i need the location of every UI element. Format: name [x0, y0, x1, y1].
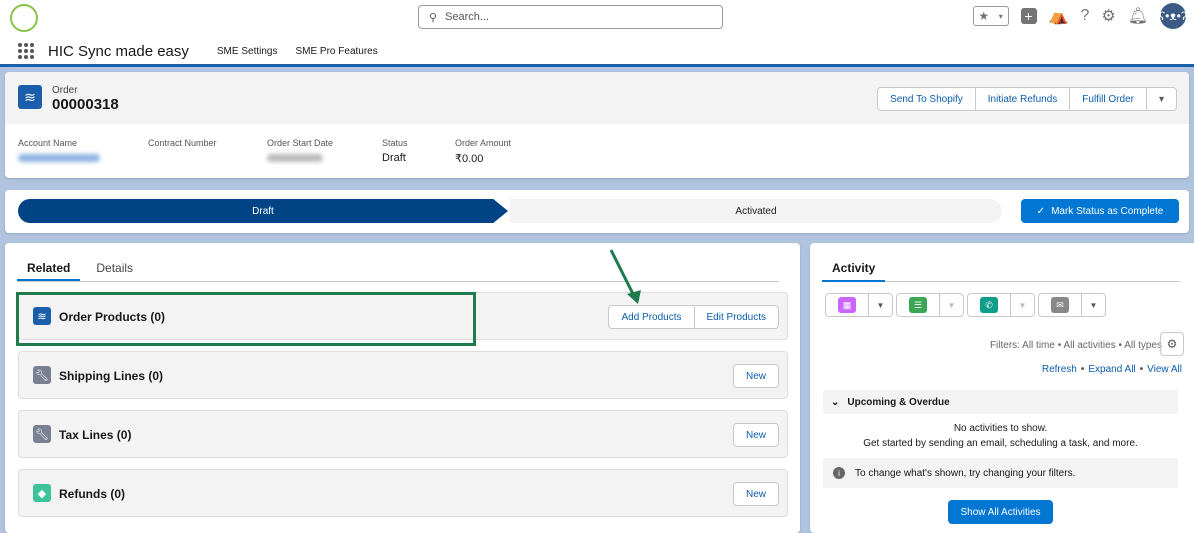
related-panel: Related Details ≋ Order Products (0) Add…	[5, 243, 800, 533]
filters-text: Filters: All time • All activities • All…	[989, 340, 1162, 351]
initiate-refunds-button[interactable]: Initiate Refunds	[976, 88, 1071, 110]
bell-icon[interactable]: 🔔︎	[1128, 6, 1148, 26]
related-list-tax-lines: 🔧︎ Tax Lines (0) New	[18, 410, 788, 458]
show-all-activities-button[interactable]: Show All Activities	[948, 500, 1053, 524]
related-list-refunds: ◆ Refunds (0) New	[18, 469, 788, 517]
field-status: Status Draft	[382, 138, 408, 164]
record-header: ≋ Order 00000318 Send To Shopify Initiat…	[5, 72, 1189, 178]
related-list-title[interactable]: Shipping Lines (0)	[59, 369, 163, 383]
upcoming-overdue-section[interactable]: ⌄ Upcoming & Overdue	[823, 390, 1178, 414]
nav-underline	[0, 64, 1194, 67]
record-number: 00000318	[52, 96, 119, 113]
empty-hint: Get started by sending an email, schedul…	[863, 438, 1138, 449]
log-call-button[interactable]: ✆ ▼	[967, 293, 1035, 317]
tab-details[interactable]: Details	[86, 257, 143, 281]
nav-item-sme-pro-features[interactable]: SME Pro Features	[295, 46, 377, 57]
favorites-button[interactable]: ★ ▾	[972, 6, 1009, 26]
app-name: HIC Sync made easy	[48, 42, 189, 60]
filter-settings-gear-icon[interactable]: ⚙	[1160, 332, 1184, 356]
new-button[interactable]: New	[734, 424, 778, 446]
nav-item-sme-settings[interactable]: SME Settings	[217, 46, 278, 57]
star-icon: ★	[978, 9, 990, 23]
chevron-down-icon[interactable]: ▼	[940, 294, 963, 316]
info-icon: i	[833, 467, 845, 479]
task-icon: ☰	[909, 297, 927, 313]
add-icon[interactable]: +	[1020, 8, 1037, 24]
help-icon[interactable]: ?	[1080, 7, 1089, 25]
empty-title: No activities to show.	[953, 423, 1048, 434]
search-icon: ⚲	[429, 11, 438, 24]
more-actions-button[interactable]: ▾	[1147, 88, 1176, 110]
chevron-down-icon: ▾	[998, 11, 1003, 21]
new-task-button[interactable]: ☰ ▼	[896, 293, 964, 317]
account-name-link[interactable]	[18, 154, 100, 162]
refresh-link[interactable]: Refresh	[1042, 364, 1077, 375]
filter-info: i To change what's shown, try changing yo…	[823, 458, 1178, 488]
path-stage-draft[interactable]: Draft	[18, 199, 508, 223]
expand-all-link[interactable]: Expand All	[1088, 364, 1135, 375]
chevron-down-icon: ⌄	[831, 396, 840, 408]
chevron-down-icon[interactable]: ▼	[1011, 294, 1034, 316]
chevron-down-icon[interactable]: ▼	[869, 294, 892, 316]
edit-products-button[interactable]: Edit Products	[695, 306, 778, 328]
refund-icon: ◆	[33, 484, 51, 502]
status-path: Draft Activated ✓ Mark Status as Complete	[5, 190, 1189, 233]
calendar-icon: ▦	[838, 297, 856, 313]
avatar[interactable]: ʕ•ᴥ•ʔ	[1159, 3, 1187, 29]
trailhead-icon[interactable]: ⛺	[1049, 6, 1069, 26]
highlight-box	[16, 292, 476, 346]
new-button[interactable]: New	[734, 365, 778, 387]
mark-status-complete-button[interactable]: ✓ Mark Status as Complete	[1021, 199, 1179, 223]
field-contract-number: Contract Number	[148, 138, 217, 148]
email-icon: ✉	[1051, 297, 1069, 313]
app-logo[interactable]	[10, 4, 38, 32]
tab-related[interactable]: Related	[17, 257, 81, 281]
annotation-arrow-icon	[609, 249, 641, 304]
related-list-title[interactable]: Tax Lines (0)	[59, 428, 131, 442]
chevron-down-icon[interactable]: ▼	[1082, 294, 1105, 316]
phone-icon: ✆	[980, 297, 998, 313]
email-button[interactable]: ✉ ▼	[1038, 293, 1106, 317]
field-order-amount: Order Amount ₹0.00	[455, 138, 512, 165]
wrench-icon: 🔧︎	[33, 425, 51, 443]
app-launcher-icon[interactable]	[18, 43, 34, 59]
wrench-icon: 🔧︎	[33, 366, 51, 384]
path-stage-activated[interactable]: Activated	[510, 199, 1002, 223]
check-icon: ✓	[1036, 205, 1046, 217]
search-placeholder: Search...	[445, 11, 490, 23]
new-event-button[interactable]: ▦ ▼	[825, 293, 893, 317]
global-header: ⚲ Search... ★ ▾ + ⛺ ? ⚙ 🔔︎ ʕ•ᴥ•ʔ HIC Sync …	[0, 0, 1194, 66]
related-list-shipping-lines: 🔧︎ Shipping Lines (0) New	[18, 351, 788, 399]
field-order-start-date: Order Start Date	[267, 138, 382, 165]
search-input[interactable]: ⚲ Search...	[418, 5, 723, 29]
view-all-link[interactable]: View All	[1147, 364, 1182, 375]
new-button[interactable]: New	[734, 483, 778, 505]
order-icon: ≋	[18, 85, 42, 109]
activity-panel: Activity ▦ ▼ ☰ ▼ ✆ ▼ ✉ ▼ Filters: All time •…	[810, 243, 1194, 533]
gear-icon[interactable]: ⚙	[1101, 6, 1115, 26]
object-label: Order	[52, 85, 78, 96]
fulfill-order-button[interactable]: Fulfill Order	[1070, 88, 1147, 110]
add-products-button[interactable]: Add Products	[609, 306, 695, 328]
send-to-shopify-button[interactable]: Send To Shopify	[878, 88, 976, 110]
related-list-title[interactable]: Refunds (0)	[59, 487, 125, 501]
field-account-name: Account Name	[18, 138, 148, 165]
tab-activity[interactable]: Activity	[822, 257, 886, 282]
